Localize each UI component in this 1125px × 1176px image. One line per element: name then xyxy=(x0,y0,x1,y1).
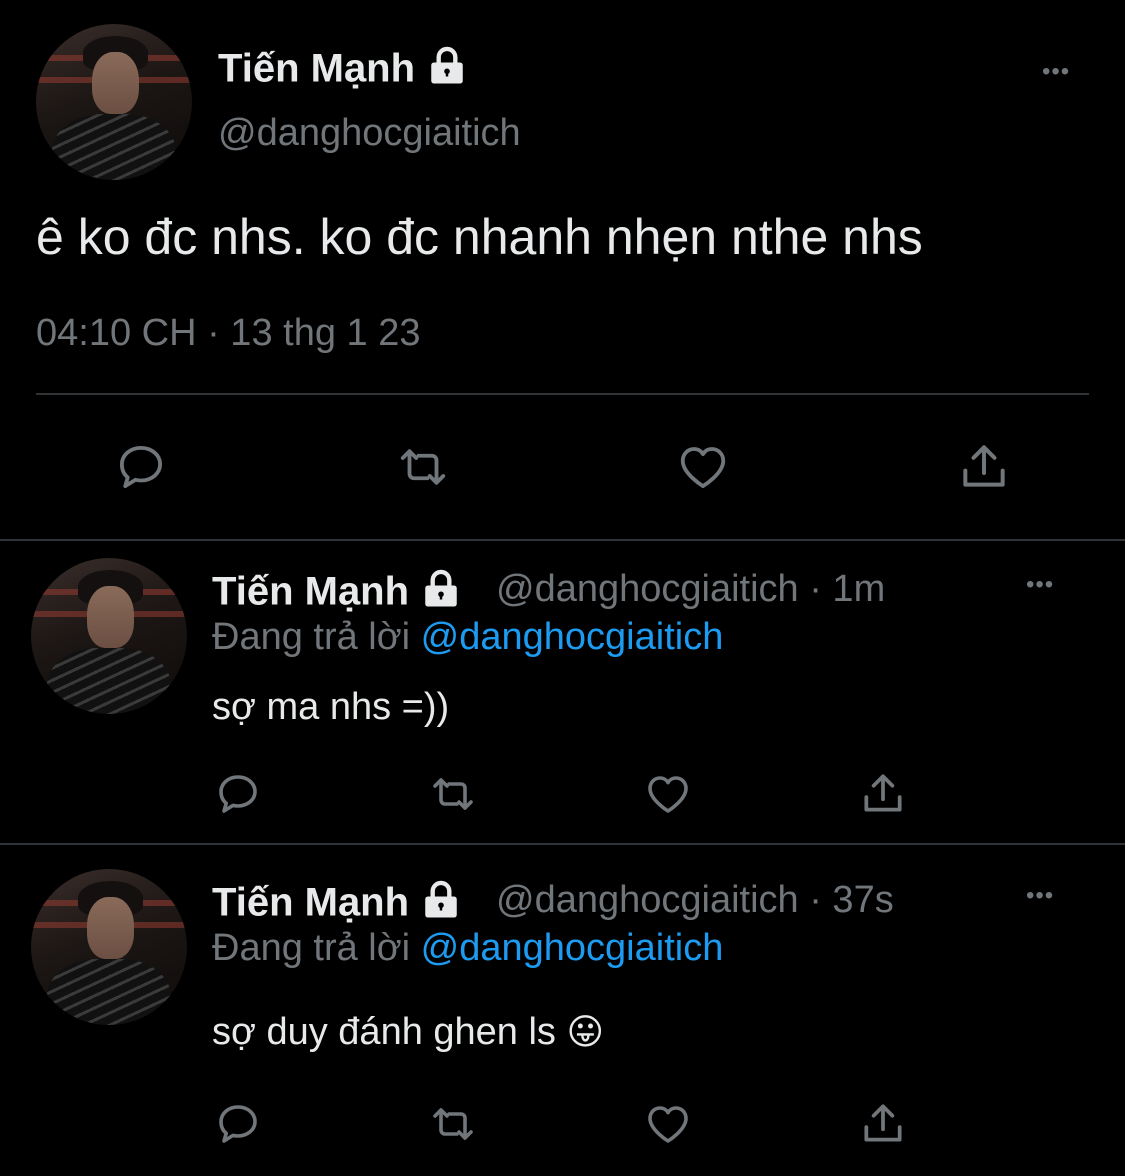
replying-to: Đang trả lời @danghocgiaitich xyxy=(212,927,723,970)
avatar[interactable] xyxy=(31,869,187,1025)
share-icon[interactable] xyxy=(956,438,1012,494)
tongue-emoji-icon: 😛 xyxy=(566,1011,605,1052)
tweet-text: sợ duy đánh ghen ls 😛 xyxy=(212,1011,605,1053)
share-icon[interactable] xyxy=(858,768,908,818)
like-icon[interactable] xyxy=(643,1100,693,1148)
handle-time[interactable]: @danghocgiaitich · 1m xyxy=(496,568,885,611)
replying-prefix: Đang trả lời xyxy=(212,616,411,658)
display-name[interactable]: Tiến Mạnh xyxy=(218,44,468,98)
replying-prefix: Đang trả lời xyxy=(212,927,411,969)
divider xyxy=(36,393,1089,395)
replying-to: Đang trả lời @danghocgiaitich xyxy=(212,616,723,659)
reply-icon[interactable] xyxy=(214,770,262,818)
like-icon[interactable] xyxy=(643,770,693,818)
retweet-icon[interactable] xyxy=(426,770,480,818)
timestamp[interactable]: 04:10 CH · 13 thg 1 23 xyxy=(36,312,420,355)
lock-icon xyxy=(420,878,462,932)
display-name[interactable]: Tiến Mạnh xyxy=(212,878,462,932)
avatar[interactable] xyxy=(36,24,192,180)
divider xyxy=(0,843,1125,845)
mention-link[interactable]: @danghocgiaitich xyxy=(421,927,724,969)
lock-icon xyxy=(426,44,468,98)
retweet-icon[interactable] xyxy=(393,440,453,494)
like-icon[interactable] xyxy=(675,440,731,494)
share-icon[interactable] xyxy=(858,1098,908,1148)
more-options-button[interactable]: ••• xyxy=(1026,573,1054,597)
reply-icon[interactable] xyxy=(114,440,168,494)
reply-icon[interactable] xyxy=(214,1100,262,1148)
handle[interactable]: @danghocgiaitich xyxy=(218,112,521,155)
tweet-text: sợ ma nhs =)) xyxy=(212,686,450,728)
retweet-icon[interactable] xyxy=(426,1100,480,1148)
more-options-button[interactable]: ••• xyxy=(1026,884,1054,908)
more-options-button[interactable]: ••• xyxy=(1042,60,1070,84)
display-name[interactable]: Tiến Mạnh xyxy=(212,567,462,621)
lock-icon xyxy=(420,567,462,621)
divider xyxy=(0,539,1125,541)
avatar[interactable] xyxy=(31,558,187,714)
handle-time[interactable]: @danghocgiaitich · 37s xyxy=(496,879,894,922)
mention-link[interactable]: @danghocgiaitich xyxy=(421,616,724,658)
tweet-text: ê ko đc nhs. ko đc nhanh nhẹn nthe nhs xyxy=(36,209,923,265)
